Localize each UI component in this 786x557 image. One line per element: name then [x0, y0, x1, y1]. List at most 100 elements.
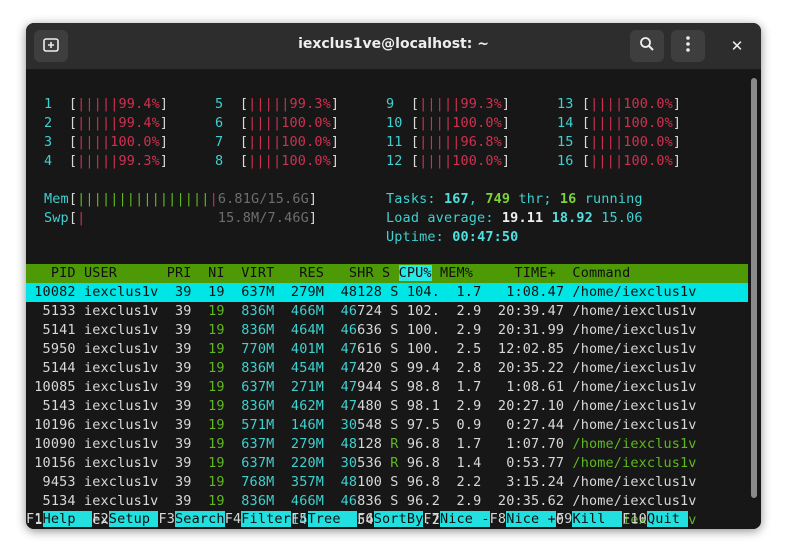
cpu-percent: 100.0% [281, 153, 331, 169]
process-row[interactable]: 9453 iexclus1v 39 19 768M 357M 48100 S 9… [26, 473, 697, 492]
user: iexclus1v [83, 417, 167, 433]
state: R [390, 436, 407, 452]
fkey-f2[interactable]: F2 [92, 511, 109, 527]
process-row[interactable]: 5141 iexclus1v 39 19 836M 464M 46636 S 1… [26, 321, 697, 340]
fkey-label[interactable]: Tree [307, 511, 358, 527]
state: S [390, 360, 407, 376]
search-button[interactable] [630, 30, 664, 62]
command: /home/iexclus1v [572, 379, 697, 395]
user: iexclus1v [83, 455, 167, 471]
process-row[interactable]: 5144 iexclus1v 39 19 836M 454M 47420 S 9… [26, 359, 697, 378]
priority: 39 [166, 360, 200, 376]
res: 146M [282, 417, 333, 433]
shr-high: 30 [332, 455, 358, 471]
fkey-f10[interactable]: F10 [622, 511, 647, 527]
virt: 637M [232, 379, 283, 395]
shr-high: 47 [332, 360, 358, 376]
nice: 19 [199, 436, 233, 452]
fkey-f3[interactable]: F3 [158, 511, 175, 527]
cpu-id: 10 [386, 115, 411, 131]
col-user[interactable]: USER [84, 265, 167, 281]
cpu-percent: 96.2 [406, 493, 449, 509]
cpu-percent: 98.8 [406, 379, 449, 395]
cpu-percent: 99.4 [406, 360, 449, 376]
fkey-f9[interactable]: F9 [556, 511, 573, 527]
cpu-bar: ||||| [248, 96, 290, 112]
process-row[interactable]: 10156 iexclus1v 39 19 637M 220M 30536 R … [26, 454, 697, 473]
time: 20:35.22 [489, 360, 573, 376]
col-res[interactable]: RES [283, 265, 333, 281]
user: iexclus1v [83, 493, 167, 509]
fkey-label[interactable]: Help [42, 511, 93, 527]
fkey-f7[interactable]: F7 [423, 511, 440, 527]
fkey-label[interactable]: Kill [572, 511, 623, 527]
nice: 19 [199, 379, 233, 395]
shr-high: 48 [332, 474, 358, 490]
col-shr[interactable]: SHR [332, 265, 382, 281]
process-row[interactable]: 10085 iexclus1v 39 19 637M 271M 47944 S … [26, 378, 697, 397]
user: iexclus1v [83, 341, 167, 357]
priority: 39 [166, 284, 200, 300]
process-row[interactable]: 10196 iexclus1v 39 19 571M 146M 30548 S … [26, 416, 697, 435]
fkey-label[interactable]: Filter [241, 511, 291, 527]
col-mem[interactable]: MEM% [432, 265, 482, 281]
cpu-id: 9 [386, 96, 411, 112]
fkey-label[interactable]: Nice + [506, 511, 556, 527]
mem-percent: 0.9 [448, 417, 490, 433]
col-time[interactable]: TIME+ [481, 265, 572, 281]
process-table-header[interactable]: PID USER PRI NI VIRT RES SHR S CPU% MEM%… [26, 264, 748, 283]
cpu-percent: 96.8% [460, 134, 502, 150]
command: /home/iexclus1v [572, 303, 697, 319]
mem-percent: 2.9 [448, 322, 490, 338]
nice: 19 [199, 455, 233, 471]
cpu-meter: 11 [|||||96.8%] [386, 134, 511, 150]
cpu-bar: |||| [590, 153, 624, 169]
col-pid[interactable]: PID [26, 265, 84, 281]
process-row[interactable]: 5134 iexclus1v 39 19 836M 466M 46836 S 9… [26, 492, 697, 511]
state: S [390, 284, 407, 300]
fkey-label[interactable]: SortBy [373, 511, 424, 527]
fkey-f4[interactable]: F4 [225, 511, 242, 527]
htop-screen[interactable]: 1 [|||||99.4%] 2 [|||||99.4%] 3 [||||100.0… [26, 70, 761, 529]
fkey-f1[interactable]: F1 [26, 511, 43, 527]
nice: 19 [199, 303, 233, 319]
fkey-f5[interactable]: F5 [291, 511, 308, 527]
time: 1:08.61 [489, 379, 573, 395]
col-virt[interactable]: VIRT [233, 265, 283, 281]
cpu-id: 7 [215, 134, 240, 150]
fkey-f6[interactable]: F6 [357, 511, 374, 527]
menu-button[interactable] [671, 30, 705, 62]
fkey-label[interactable]: Setup [108, 511, 159, 527]
time: 1:07.70 [489, 436, 573, 452]
cpu-percent: 100. [406, 341, 449, 357]
shr-low: 536 [357, 455, 391, 471]
col-state[interactable]: S [382, 265, 399, 281]
col-command[interactable]: Command [572, 265, 630, 281]
time: 0:53.77 [489, 455, 573, 471]
search-icon [639, 36, 655, 56]
cpu-percent: 100.0% [452, 115, 502, 131]
scrollbar[interactable] [751, 78, 757, 498]
process-row[interactable]: 5950 iexclus1v 39 19 770M 401M 47616 S 1… [26, 340, 697, 359]
col-ni[interactable]: NI [200, 265, 233, 281]
fkey-f8[interactable]: F8 [490, 511, 507, 527]
process-row[interactable]: 5133 iexclus1v 39 19 836M 466M 46724 S 1… [26, 302, 697, 321]
shr-low: 128 [357, 436, 391, 452]
process-row[interactable]: 10090 iexclus1v 39 19 637M 279M 48128 R … [26, 435, 697, 454]
cpu-meter: 15 [||||100.0%] [557, 134, 682, 150]
col-cpu-sorted[interactable]: CPU% [398, 265, 432, 281]
mem-percent: 1.7 [448, 436, 490, 452]
fkey-label[interactable]: Quit [646, 511, 689, 527]
fkey-label[interactable]: Nice - [439, 511, 490, 527]
nice: 19 [199, 417, 233, 433]
process-row[interactable]: 5143 iexclus1v 39 19 836M 462M 47480 S 9… [26, 397, 697, 416]
command: /home/iexclus1v [572, 493, 697, 509]
state: S [390, 398, 407, 414]
fkey-label[interactable]: Search [175, 511, 225, 527]
time: 20:31.99 [489, 322, 573, 338]
close-button[interactable]: ✕ [720, 30, 754, 62]
col-pri[interactable]: PRI [167, 265, 200, 281]
cpu-meter: 8 [||||100.0%] [215, 153, 340, 169]
priority: 39 [166, 493, 200, 509]
selected-process-row[interactable]: 10082 iexclus1v 39 19 637M 279M 48128 S … [26, 283, 748, 302]
